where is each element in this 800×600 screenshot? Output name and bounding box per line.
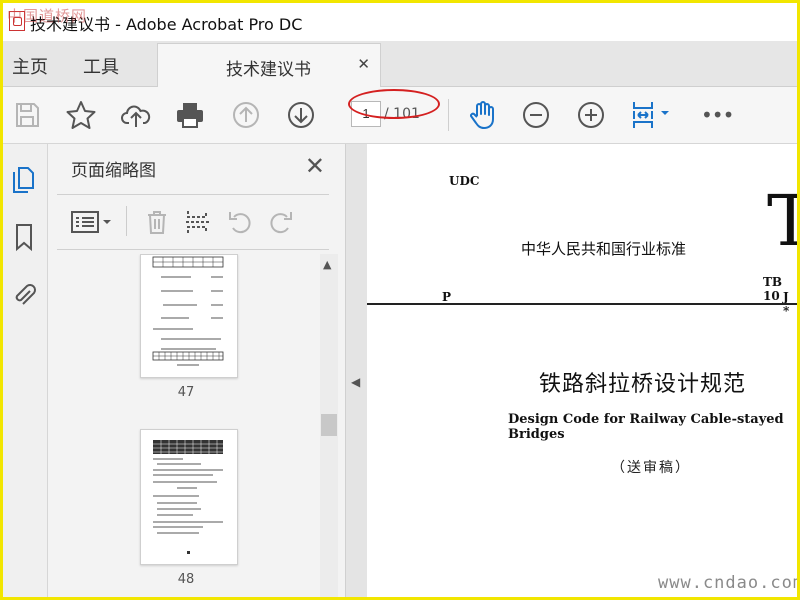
document-title-cn: 铁路斜拉桥设计规范 bbox=[539, 372, 747, 397]
watermark-bottom-right: www.cndao.com bbox=[658, 573, 800, 593]
close-panel-icon[interactable]: ✕ bbox=[305, 152, 325, 180]
horizontal-rule bbox=[367, 303, 797, 305]
page-down-icon[interactable] bbox=[285, 99, 317, 131]
app-window: 技术建议书 - Adobe Acrobat Pro DC 中国道桥网 主页 工具… bbox=[0, 0, 800, 600]
panel-title: 页面缩略图 bbox=[71, 161, 156, 181]
extract-pages-icon[interactable] bbox=[183, 207, 213, 237]
save-icon[interactable] bbox=[11, 99, 43, 131]
title-bar: 技术建议书 - Adobe Acrobat Pro DC 中国道桥网 bbox=[3, 3, 797, 41]
tab-home[interactable]: 主页 bbox=[12, 53, 48, 79]
thumbnails-panel: 页面缩略图 ✕ 47 48 ▲ bbox=[48, 144, 346, 597]
thumbnail-page-47[interactable] bbox=[140, 254, 238, 378]
cloud-upload-icon[interactable] bbox=[120, 99, 152, 131]
bookmark-icon[interactable] bbox=[10, 222, 38, 252]
scroll-up-icon[interactable]: ▲ bbox=[323, 258, 331, 271]
zoom-in-icon[interactable] bbox=[575, 99, 607, 131]
thumbnail-list: 47 48 bbox=[48, 254, 320, 597]
udc-label: UDC bbox=[449, 174, 480, 188]
left-rail bbox=[3, 144, 48, 597]
standard-category: 中华人民共和国行业标准 bbox=[521, 240, 687, 258]
tab-bar: 主页 工具 技术建议书 ✕ bbox=[3, 41, 797, 87]
panel-gutter bbox=[346, 144, 367, 597]
panel-divider-2 bbox=[57, 249, 329, 250]
close-tab-icon[interactable]: ✕ bbox=[357, 55, 370, 73]
star-icon[interactable] bbox=[65, 99, 97, 131]
hand-tool-icon[interactable] bbox=[466, 99, 498, 131]
big-letter: T bbox=[767, 186, 797, 256]
options-menu-icon[interactable] bbox=[70, 207, 114, 237]
draft-status: （送审稿） bbox=[611, 460, 691, 476]
toolbar-divider bbox=[448, 99, 449, 131]
page-total: / 101 bbox=[384, 106, 420, 122]
attachment-icon[interactable] bbox=[10, 279, 38, 309]
fit-page-icon[interactable] bbox=[629, 99, 673, 131]
tab-tools[interactable]: 工具 bbox=[83, 53, 119, 79]
panel-toolbar bbox=[68, 204, 338, 240]
rotate-left-icon[interactable] bbox=[225, 207, 255, 237]
rotate-right-icon[interactable] bbox=[266, 207, 296, 237]
tab-document-label: 技术建议书 bbox=[226, 60, 311, 80]
more-icon[interactable]: ••• bbox=[701, 99, 734, 131]
thumbnail-label-47: 47 bbox=[177, 385, 195, 400]
thumbnail-page-48[interactable] bbox=[140, 429, 238, 565]
page-thumbnails-icon[interactable] bbox=[10, 166, 38, 196]
thumbnail-label-48: 48 bbox=[177, 572, 195, 587]
thumbnail-scrollbar[interactable]: ▲ bbox=[320, 254, 338, 597]
watermark-top-left: 中国道桥网 bbox=[7, 7, 88, 25]
page-up-icon[interactable] bbox=[230, 99, 262, 131]
page-number-input[interactable] bbox=[351, 101, 381, 127]
print-icon[interactable] bbox=[174, 99, 206, 131]
panel-toolbar-divider bbox=[126, 206, 127, 236]
delete-icon[interactable] bbox=[142, 207, 172, 237]
scroll-thumb[interactable] bbox=[321, 414, 337, 436]
document-page: UDC T 中华人民共和国行业标准 TB 10 P J * 铁路斜拉桥设计规范 … bbox=[367, 144, 797, 597]
document-title-en: Design Code for Railway Cable-stayed Bri… bbox=[508, 412, 784, 442]
collapse-panel-icon[interactable]: ◀ bbox=[351, 375, 360, 389]
tab-document[interactable]: 技术建议书 ✕ bbox=[157, 43, 381, 87]
panel-divider bbox=[57, 194, 329, 195]
zoom-out-icon[interactable] bbox=[520, 99, 552, 131]
toolbar: / 101 ••• bbox=[3, 87, 797, 144]
p-label: P bbox=[442, 290, 452, 304]
